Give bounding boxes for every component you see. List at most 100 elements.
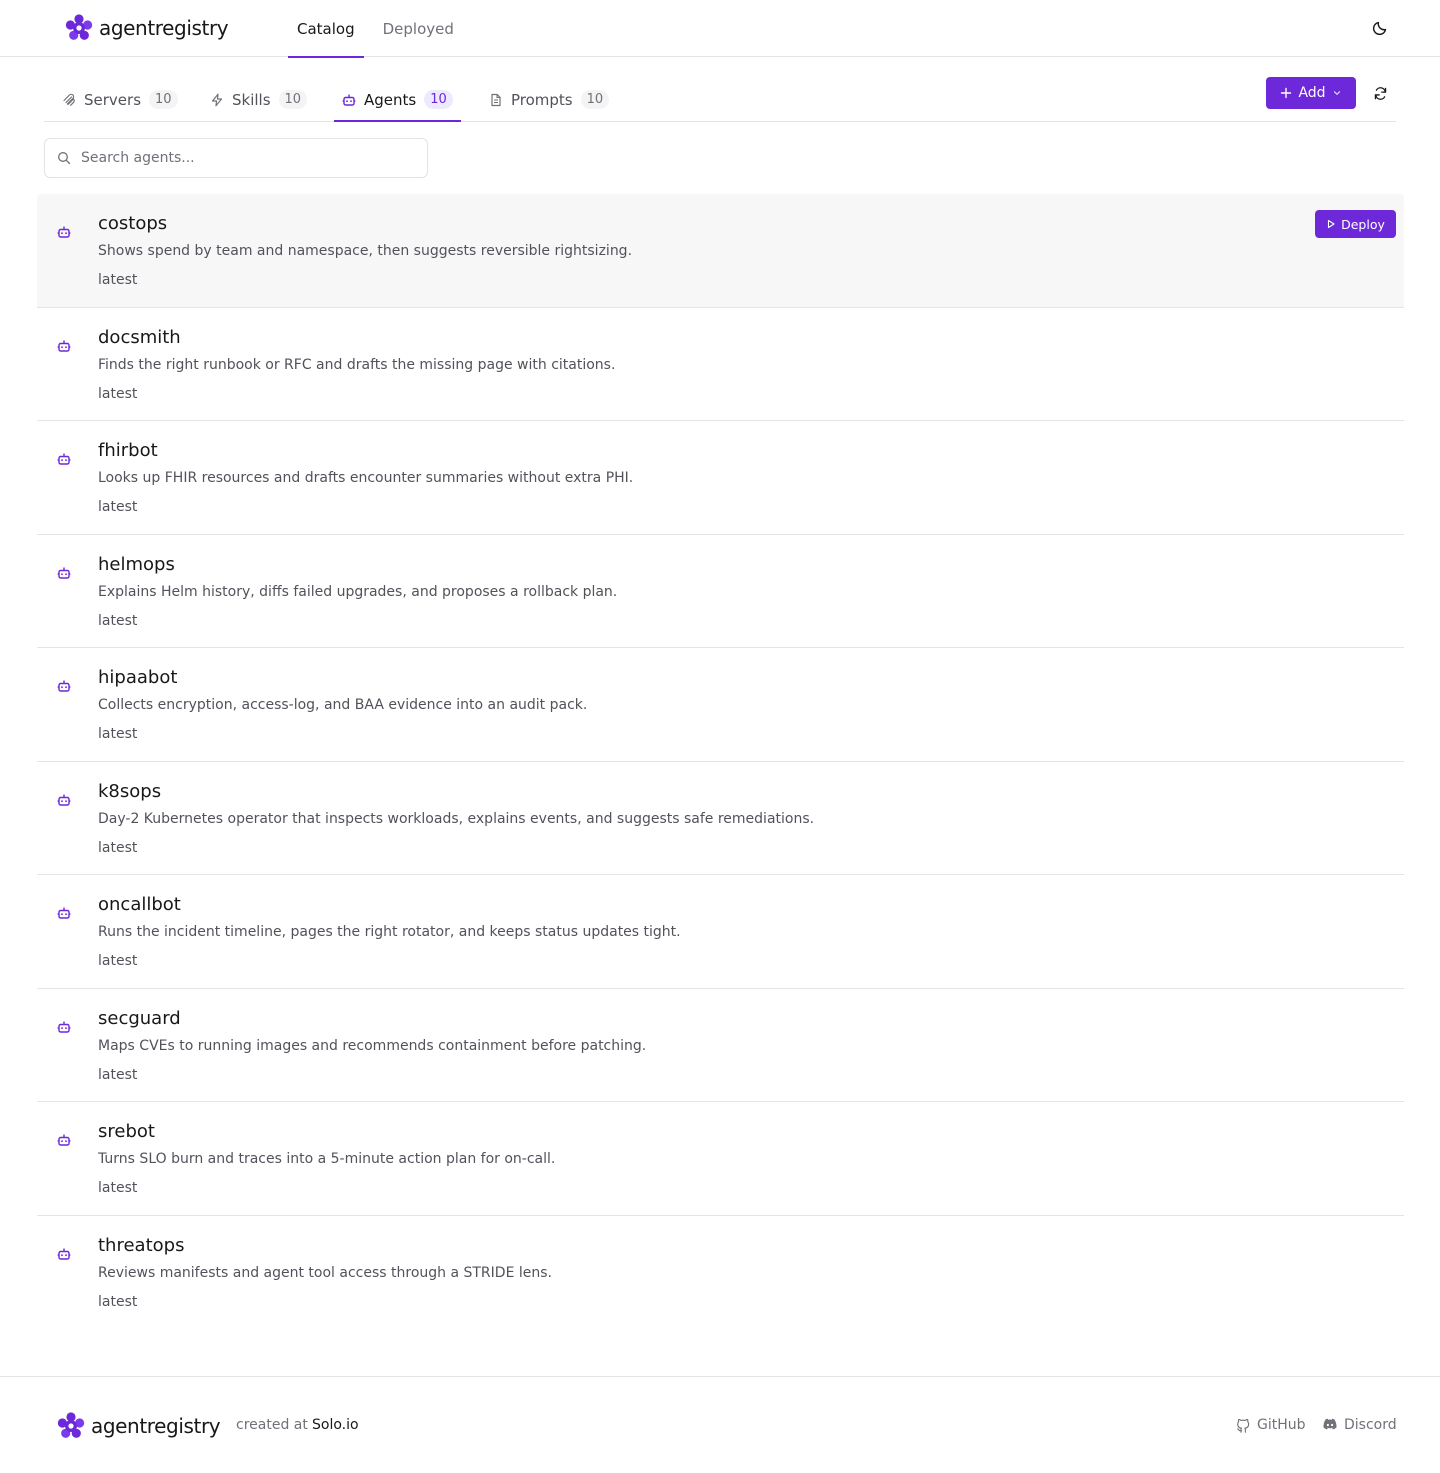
tab-label: Servers	[84, 90, 142, 109]
bot-icon	[57, 452, 71, 466]
app-logo[interactable]: agentregistry	[65, 14, 229, 42]
agent-name: hipaabot	[98, 667, 178, 688]
agent-row-helmops[interactable]: helmops Explains Helm history, diffs fai…	[37, 535, 1404, 648]
moon-icon	[1372, 21, 1387, 36]
discord-link[interactable]: Discord	[1322, 1417, 1397, 1433]
deploy-button[interactable]: Deploy	[1315, 210, 1396, 238]
tab-label: Agents	[364, 90, 417, 109]
bot-icon	[57, 339, 71, 353]
bot-icon	[57, 566, 71, 580]
agent-row-hipaabot[interactable]: hipaabot Collects encryption, access-log…	[37, 648, 1404, 762]
plus-icon	[1281, 87, 1292, 99]
agent-row-costops[interactable]: costops Shows spend by team and namespac…	[37, 194, 1404, 308]
tab-servers[interactable]: Servers 10	[54, 78, 186, 121]
agent-description: Finds the right runbook or RFC and draft…	[98, 356, 616, 373]
agent-name: oncallbot	[98, 894, 181, 915]
agent-row-srebot[interactable]: srebot Turns SLO burn and traces into a …	[37, 1102, 1404, 1216]
top-nav: Catalog Deployed	[288, 0, 473, 58]
add-button-label: Add	[1298, 85, 1326, 101]
agent-description: Turns SLO burn and traces into a 5-minut…	[98, 1151, 556, 1167]
footer-logo[interactable]: agentregistry	[57, 1412, 221, 1440]
tab-label: Skills	[232, 90, 271, 109]
agent-name: srebot	[98, 1121, 155, 1142]
agent-version: latest	[98, 385, 138, 402]
agent-name: fhirbot	[98, 440, 158, 461]
agent-version: latest	[98, 1293, 138, 1310]
resource-tabs: Servers 10 Skills 10 Agents 10 Prompts 1…	[44, 78, 1396, 122]
tab-agents[interactable]: Agents 10	[334, 78, 461, 122]
agent-description: Looks up FHIR resources and drafts encou…	[98, 470, 634, 486]
agent-row-k8sops[interactable]: k8sops Day-2 Kubernetes operator that in…	[37, 762, 1404, 875]
refresh-button[interactable]	[1370, 83, 1390, 103]
agent-description: Day-2 Kubernetes operator that inspects …	[98, 810, 815, 827]
bot-icon	[57, 1020, 71, 1034]
agent-name: helmops	[98, 553, 175, 575]
footer: agentregistry created at Solo.io GitHub …	[0, 1376, 1440, 1473]
tab-skills[interactable]: Skills 10	[202, 78, 315, 121]
bot-icon	[57, 1247, 71, 1261]
agent-description: Explains Helm history, diffs failed upgr…	[98, 583, 618, 600]
agent-name: threatops	[98, 1234, 185, 1256]
app-name: agentregistry	[91, 1414, 221, 1438]
bot-icon	[57, 225, 71, 239]
nav-deployed[interactable]: Deployed	[374, 0, 463, 57]
theme-toggle-button[interactable]	[1369, 17, 1391, 39]
bot-icon	[57, 679, 71, 693]
chevron-down-icon	[1333, 91, 1340, 96]
search-box	[44, 138, 428, 178]
add-button[interactable]: Add	[1266, 77, 1356, 109]
agent-row-oncallbot[interactable]: oncallbot Runs the incident timeline, pa…	[37, 875, 1404, 989]
agent-version: latest	[98, 839, 138, 856]
agent-name: k8sops	[98, 780, 162, 802]
lightning-icon	[211, 93, 223, 106]
agent-description: Runs the incident timeline, pages the ri…	[98, 924, 681, 940]
refresh-icon	[1374, 86, 1386, 100]
agent-version: latest	[98, 1066, 138, 1083]
logo-icon	[65, 14, 93, 42]
solo-link[interactable]: Solo.io	[312, 1417, 359, 1433]
bot-icon	[57, 1133, 71, 1147]
tab-count: 10	[149, 90, 178, 109]
logo-icon	[57, 1412, 85, 1440]
agent-description: Maps CVEs to running images and recommen…	[98, 1037, 647, 1054]
agent-description: Collects encryption, access-log, and BAA…	[98, 697, 588, 713]
github-link[interactable]: GitHub	[1236, 1417, 1306, 1433]
agent-row-docsmith[interactable]: docsmith Finds the right runbook or RFC …	[37, 308, 1404, 421]
agent-row-secguard[interactable]: secguard Maps CVEs to running images and…	[37, 989, 1404, 1102]
agent-description: Shows spend by team and namespace, then …	[98, 243, 633, 259]
bot-icon	[57, 793, 71, 807]
agent-version: latest	[98, 499, 138, 515]
tab-count: 10	[278, 90, 308, 109]
agent-version: latest	[98, 1180, 138, 1196]
agent-version: latest	[98, 272, 138, 288]
tab-label: Prompts	[511, 90, 573, 109]
agent-row-fhirbot[interactable]: fhirbot Looks up FHIR resources and draf…	[37, 421, 1404, 535]
agent-name: costops	[98, 213, 168, 234]
server-icon	[63, 93, 75, 106]
document-icon	[491, 93, 501, 106]
nav-catalog[interactable]: Catalog	[288, 0, 364, 58]
search-input[interactable]	[81, 150, 401, 166]
agent-name: docsmith	[98, 326, 181, 348]
tab-count: 10	[580, 90, 610, 109]
agent-name: secguard	[98, 1007, 181, 1029]
tab-prompts[interactable]: Prompts 10	[481, 78, 617, 121]
play-icon	[1328, 219, 1335, 229]
github-icon	[1237, 1418, 1250, 1433]
app-name: agentregistry	[99, 16, 229, 40]
top-bar: agentregistry Catalog Deployed	[0, 0, 1440, 58]
search-icon	[58, 152, 71, 165]
agent-version: latest	[98, 726, 138, 742]
agent-list: costops Shows spend by team and namespac…	[37, 194, 1404, 1329]
tab-count: 10	[424, 90, 453, 109]
agent-version: latest	[98, 612, 138, 629]
deploy-button-label: Deploy	[1341, 216, 1385, 232]
discord-icon	[1323, 1418, 1337, 1430]
bot-icon	[57, 906, 71, 920]
created-at-text: created at	[236, 1417, 308, 1433]
agent-row-threatops[interactable]: threatops Reviews manifests and agent to…	[37, 1216, 1404, 1330]
discord-label: Discord	[1344, 1417, 1397, 1433]
github-label: GitHub	[1257, 1417, 1306, 1433]
agent-description: Reviews manifests and agent tool access …	[98, 1264, 552, 1281]
agent-version: latest	[98, 953, 138, 969]
